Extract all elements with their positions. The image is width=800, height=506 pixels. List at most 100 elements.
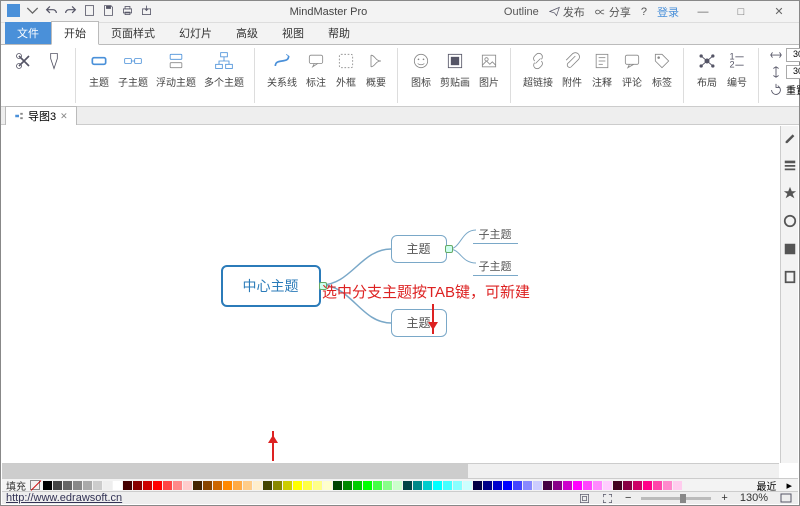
color-swatch[interactable] [333, 481, 342, 490]
color-swatch[interactable] [573, 481, 582, 490]
color-swatch[interactable] [673, 481, 682, 490]
tab-home[interactable]: 开始 [51, 21, 99, 45]
zoom-out-icon[interactable]: − [619, 492, 637, 504]
color-swatch[interactable] [453, 481, 462, 490]
color-swatch[interactable] [283, 481, 292, 490]
clipart-button[interactable]: 剪贴画 [438, 48, 472, 91]
sub-topic[interactable]: 子主题 [473, 225, 518, 244]
color-swatch[interactable] [373, 481, 382, 490]
color-swatch[interactable] [203, 481, 212, 490]
color-swatch[interactable] [493, 481, 502, 490]
color-swatch[interactable] [123, 481, 132, 490]
color-swatch[interactable] [593, 481, 602, 490]
cut-button[interactable] [11, 48, 37, 74]
color-swatch[interactable] [463, 481, 472, 490]
zoom-dropdown-icon[interactable] [774, 493, 798, 503]
topic-button[interactable]: 主题 [86, 48, 112, 91]
color-swatch[interactable] [603, 481, 612, 490]
color-swatch[interactable] [623, 481, 632, 490]
status-url[interactable]: http://www.edrawsoft.cn [2, 492, 122, 504]
color-swatch[interactable] [563, 481, 572, 490]
outline-link[interactable]: Outline [504, 6, 539, 18]
color-swatch[interactable] [163, 481, 172, 490]
center-topic[interactable]: 中心主题 [221, 265, 321, 307]
qat-dropdown-icon[interactable] [26, 4, 39, 20]
color-swatch[interactable] [313, 481, 322, 490]
color-swatch[interactable] [523, 481, 532, 490]
color-swatch[interactable] [143, 481, 152, 490]
color-swatch[interactable] [483, 481, 492, 490]
color-swatch[interactable] [53, 481, 62, 490]
iconset-icon[interactable] [783, 214, 797, 228]
comment-button[interactable]: 评论 [619, 48, 645, 91]
color-swatch[interactable] [133, 481, 142, 490]
color-swatch[interactable] [633, 481, 642, 490]
new-icon[interactable] [83, 4, 96, 20]
minimize-button[interactable]: — [689, 6, 717, 18]
color-swatch[interactable] [423, 481, 432, 490]
collapse-handle[interactable] [445, 245, 453, 253]
branch-topic[interactable]: 主题 [391, 309, 447, 337]
export-icon[interactable] [140, 4, 153, 20]
color-swatch[interactable] [93, 481, 102, 490]
color-swatch[interactable] [353, 481, 362, 490]
save-icon[interactable] [102, 4, 115, 20]
subtopic-button[interactable]: 子主题 [116, 48, 150, 91]
color-swatch[interactable] [43, 481, 52, 490]
scrollbar-thumb[interactable] [2, 464, 468, 478]
color-swatch[interactable] [553, 481, 562, 490]
color-swatch[interactable] [253, 481, 262, 490]
attachment-button[interactable]: 附件 [559, 48, 585, 91]
color-swatch[interactable] [183, 481, 192, 490]
numbering-button[interactable]: 12编号 [724, 48, 750, 91]
color-swatch[interactable] [293, 481, 302, 490]
color-swatch[interactable] [443, 481, 452, 490]
no-fill-icon[interactable] [30, 480, 40, 490]
branch-topic[interactable]: 主题 [391, 235, 447, 263]
file-tab[interactable]: 文件 [5, 22, 51, 44]
publish-link[interactable]: 发布 [549, 4, 585, 20]
color-swatch[interactable] [173, 481, 182, 490]
color-swatch[interactable] [273, 481, 282, 490]
color-swatch[interactable] [263, 481, 272, 490]
color-swatch[interactable] [103, 481, 112, 490]
hspacing-input[interactable]: 30 [769, 48, 800, 62]
note-button[interactable]: 注释 [589, 48, 615, 91]
color-swatch[interactable] [233, 481, 242, 490]
redo-icon[interactable] [64, 4, 77, 20]
color-swatch[interactable] [73, 481, 82, 490]
color-swatch[interactable] [363, 481, 372, 490]
callout-button[interactable]: 标注 [303, 48, 329, 91]
sub-topic[interactable]: 子主题 [473, 257, 518, 276]
color-swatch[interactable] [243, 481, 252, 490]
color-swatch[interactable] [393, 481, 402, 490]
color-swatch[interactable] [583, 481, 592, 490]
color-swatch[interactable] [503, 481, 512, 490]
tag-button[interactable]: 标签 [649, 48, 675, 91]
tab-view[interactable]: 视图 [270, 22, 316, 44]
floating-topic-button[interactable]: 浮动主题 [154, 48, 198, 91]
tab-slideshow[interactable]: 幻灯片 [167, 22, 224, 44]
color-swatch[interactable] [663, 481, 672, 490]
undo-icon[interactable] [45, 4, 58, 20]
reset-button[interactable]: 重置 [769, 82, 800, 97]
boundary-button[interactable]: 外框 [333, 48, 359, 91]
color-swatch[interactable] [63, 481, 72, 490]
color-swatch[interactable] [433, 481, 442, 490]
color-swatch[interactable] [303, 481, 312, 490]
close-button[interactable]: ✕ [765, 5, 793, 18]
color-swatch[interactable] [113, 481, 122, 490]
color-swatch[interactable] [653, 481, 662, 490]
horizontal-scrollbar[interactable] [2, 463, 779, 478]
color-swatch[interactable] [223, 481, 232, 490]
fullscreen-icon[interactable] [596, 493, 619, 504]
color-swatch[interactable] [613, 481, 622, 490]
summary-button[interactable]: 概要 [363, 48, 389, 91]
help-icon[interactable]: ? [641, 6, 647, 18]
zoom-slider[interactable] [641, 497, 711, 500]
style-icon[interactable] [783, 186, 797, 200]
tab-page-style[interactable]: 页面样式 [99, 22, 167, 44]
color-swatch[interactable] [323, 481, 332, 490]
document-tab[interactable]: 导图3 ✕ [5, 106, 77, 125]
color-swatch[interactable] [513, 481, 522, 490]
